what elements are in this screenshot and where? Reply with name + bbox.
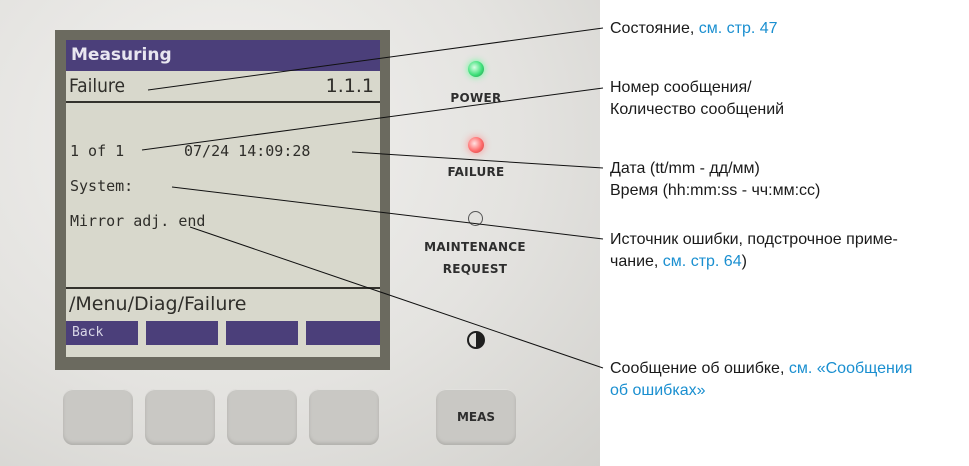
leader-source <box>171 186 604 240</box>
callout-datetime: Дата (tt/mm - дд/мм) Время (hh:mm:ss - ч… <box>610 158 820 202</box>
callout-source-end: ) <box>741 253 747 270</box>
callout-date-line: Дата (tt/mm - дд/мм) <box>610 160 760 177</box>
callout-source-line2: чание, см. стр. 64) <box>610 251 898 273</box>
callout-state: Состояние, см. стр. 47 <box>610 18 778 40</box>
leader-datetime <box>351 151 604 169</box>
callout-message: Сообщение об ошибке, см. «Сообщения об о… <box>610 358 912 402</box>
callout-state-text: Состояние, <box>610 20 699 37</box>
callout-time-line: Время (hh:mm:ss - чч:мм:сс) <box>610 182 821 199</box>
callout-message-text: Сообщение об ошибке, <box>610 360 789 377</box>
callout-number-line2: Количество сообщений <box>610 101 785 118</box>
callout-number: Номер сообщения/ Количество сообщений <box>610 77 784 121</box>
callout-source-line1: Источник ошибки, подстрочное приме- <box>610 231 898 248</box>
leader-message <box>189 226 604 369</box>
callout-message-link2[interactable]: об ошибках» <box>610 380 912 402</box>
callout-source-link[interactable]: см. стр. 64 <box>663 253 742 270</box>
leader-state <box>147 27 604 91</box>
callout-state-link[interactable]: см. стр. 47 <box>699 20 778 37</box>
callout-message-link1[interactable]: см. «Сообщения <box>789 360 913 377</box>
callout-message-line1: Сообщение об ошибке, см. «Сообщения <box>610 358 912 380</box>
callout-source: Источник ошибки, подстрочное приме- чани… <box>610 229 898 273</box>
callout-number-line1: Номер сообщения/ <box>610 79 752 96</box>
leader-number <box>141 87 604 151</box>
callout-source-text: чание, <box>610 253 663 270</box>
